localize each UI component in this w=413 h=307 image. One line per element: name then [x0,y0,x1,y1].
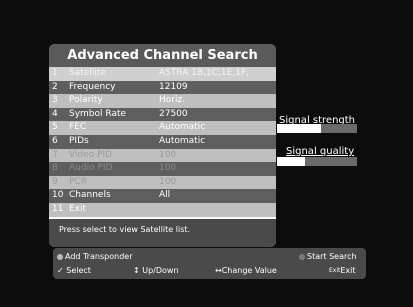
advanced-channel-search-menu: Advanced Channel Search 1 Satellite ASTR… [49,44,276,247]
row-value: ASTRA 1B,1C,1E,1F, [157,67,276,81]
menu-row-polarity[interactable]: 3 Polarity Horiz. [49,94,276,108]
add-transponder-label: Add Transponder [65,252,133,261]
row-number: 2 [49,80,66,95]
row-value [157,202,276,217]
tv-screen: Advanced Channel Search 1 Satellite ASTR… [0,0,413,307]
signal-quality-label: Signal quality [286,146,355,157]
select-hint[interactable]: ✓ Select [57,263,91,278]
add-transponder-hint[interactable]: Add Transponder [57,249,133,264]
start-search-hint[interactable]: Start Search [299,249,357,264]
change-value-label: Change Value [221,266,277,275]
row-number: 5 [49,121,66,135]
exit-label: Exit [340,266,356,275]
row-label: PIDs [66,134,157,149]
menu-row-audio-pid: 8 Audio PID 100 [49,162,276,176]
menu-row-pids[interactable]: 6 PIDs Automatic [49,134,276,149]
row-label: FEC [66,121,157,135]
menu-row-fec[interactable]: 5 FEC Automatic [49,121,276,135]
menu-hint: Press select to view Satellite list. [49,219,276,247]
row-number: 4 [49,107,66,122]
row-value: 27500 [157,107,276,122]
menu-row-video-pid: 7 Video PID 100 [49,148,276,163]
start-search-label: Start Search [307,252,357,261]
footer-legend: Add Transponder Start Search ✓ Select ↕ … [53,248,366,279]
menu-row-frequency[interactable]: 2 Frequency 12109 [49,80,276,95]
row-number: 11 [49,202,66,217]
menu-rows: 1 Satellite ASTRA 1B,1C,1E,1F, 2 Frequen… [49,67,276,217]
row-number: 1 [49,67,66,81]
row-value: 100 [157,175,276,190]
row-number: 6 [49,134,66,149]
menu-row-satellite[interactable]: 1 Satellite ASTRA 1B,1C,1E,1F, [49,67,276,81]
updown-hint[interactable]: ↕ Up/Down [133,263,179,278]
menu-row-channels[interactable]: 10 Channels All [49,189,276,203]
row-value: 100 [157,148,276,163]
footer-line-2: ✓ Select ↕ Up/Down ↔Change Value ExitExi… [53,263,366,278]
row-number: 3 [49,94,66,108]
row-number: 9 [49,175,66,190]
row-label: Polarity [66,94,157,108]
row-label: Symbol Rate [66,107,157,122]
row-label: PCR [66,175,157,190]
row-label: Satellite [66,67,157,81]
signal-quality-remainder [305,157,357,166]
row-number: 7 [49,148,66,163]
menu-row-exit[interactable]: 11 Exit [49,202,276,217]
signal-strength-remainder [321,124,357,133]
row-value: Automatic [157,134,276,149]
signal-strength-fill [277,124,321,133]
change-value-hint[interactable]: ↔Change Value [215,263,277,278]
row-label: Exit [66,202,157,217]
grey-key-icon [57,253,63,260]
menu-row-pcr: 9 PCR 100 [49,175,276,190]
row-label: Audio PID [66,162,157,176]
menu-title: Advanced Channel Search [49,44,276,67]
row-value: Horiz. [157,94,276,108]
signal-quality-bar [277,157,357,166]
row-label: Video PID [66,148,157,163]
updown-arrow-icon: ↕ [133,266,140,275]
menu-row-symbol-rate[interactable]: 4 Symbol Rate 27500 [49,107,276,122]
footer-line-1: Add Transponder Start Search [53,249,366,264]
row-value: Automatic [157,121,276,135]
exit-key-icon: Exit [329,267,341,274]
row-label: Frequency [66,80,157,95]
check-icon: ✓ [57,266,64,275]
updown-label: Up/Down [142,266,179,275]
exit-hint[interactable]: ExitExit [329,263,356,278]
signal-strength-bar [277,124,357,133]
row-number: 8 [49,162,66,176]
select-label: Select [66,266,91,275]
signal-quality-fill [277,157,305,166]
row-value: 100 [157,162,276,176]
row-number: 10 [49,189,66,203]
row-value: 12109 [157,80,276,95]
row-value: All [157,189,276,203]
row-label: Channels [66,189,157,203]
dark-key-icon [299,253,305,260]
left-right-arrow-icon: ↔ [215,266,222,275]
